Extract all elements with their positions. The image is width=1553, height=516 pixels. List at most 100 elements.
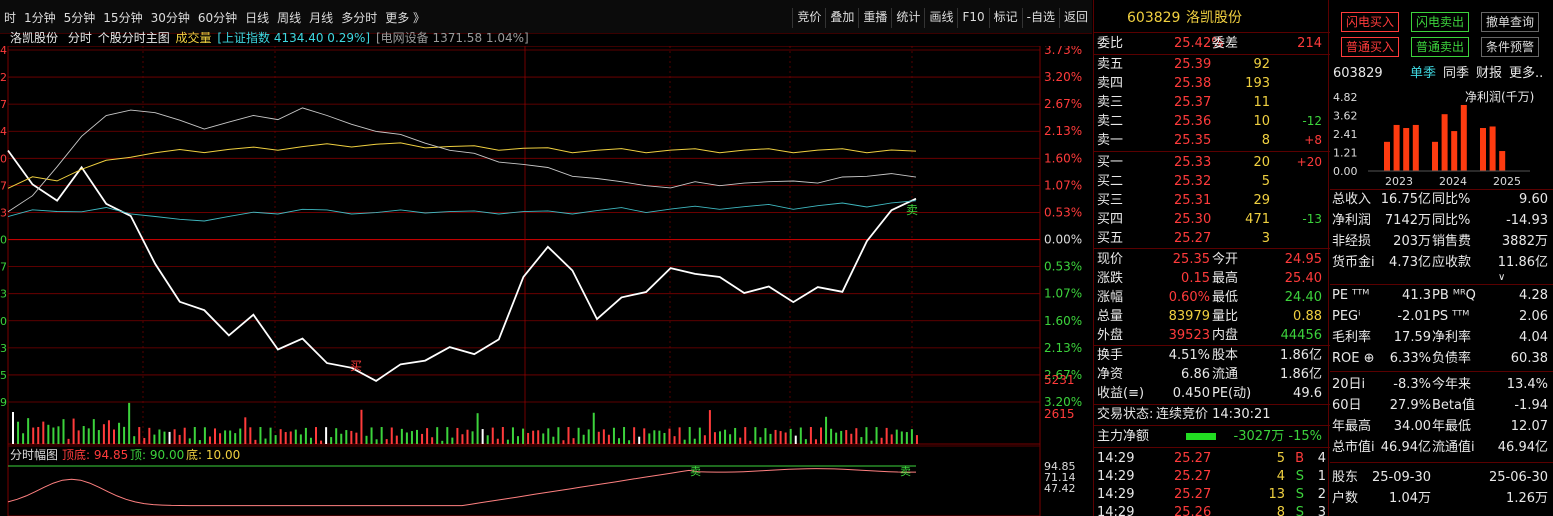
ask-price[interactable]: 25.35 [1174,131,1211,150]
volume-bar [814,439,817,444]
volume-bar [855,428,858,444]
volume-bar [224,430,227,444]
index-info: [上证指数 4134.40 0.29%] [217,31,371,45]
fin-code: 603829 [1333,66,1383,81]
tool-button-3[interactable]: 统计 [891,8,924,28]
series-sector_overlay [7,200,917,222]
period-tab-9[interactable]: 多分时 [337,9,381,27]
trade-button-2[interactable]: 撤单查询 [1481,12,1539,32]
fin-tab-0[interactable]: 单季 [1410,64,1436,84]
trade-button-4[interactable]: 普通卖出 [1411,37,1469,57]
period-tab-3[interactable]: 15分钟 [99,9,146,27]
tool-button-8[interactable]: 返回 [1058,8,1092,28]
period-tab-7[interactable]: 周线 [273,9,305,27]
volume-bar [168,431,171,444]
mode-label[interactable]: 分时 [68,31,92,45]
fin-value: 3882万 [1501,234,1548,249]
tool-button-2[interactable]: 重播 [858,8,891,28]
volume-bar [517,436,519,444]
val-label: 负债率 [1432,351,1472,366]
tool-button-4[interactable]: 画线 [924,8,957,28]
profit-bar [1441,114,1448,171]
ask-price[interactable]: 25.38 [1174,74,1211,93]
trade-button-3[interactable]: 普通买入 [1341,37,1399,57]
volume-bar [572,438,575,444]
fin-label: 非经损 [1332,234,1372,249]
volume-bar [789,428,792,444]
bid-row: 买四 25.30 471 -13 [1094,210,1330,229]
holders-value: 1.04万 [1389,491,1431,506]
bid-price[interactable]: 25.31 [1174,191,1211,210]
volume-bar [410,431,413,444]
bid-row: 买二 25.32 5 [1094,172,1330,191]
divider [1094,151,1330,152]
tool-button-6[interactable]: 标记 [988,8,1022,28]
volume-bar [375,439,378,444]
bid-price[interactable]: 25.32 [1174,172,1211,191]
ask-volume: 10 [1253,114,1270,129]
chevron-down-icon[interactable]: ∨ [1498,272,1505,283]
tool-button-5[interactable]: F10 [957,8,988,28]
tool-button-1[interactable]: 叠加 [825,8,858,28]
tool-button-7[interactable]: -自选 [1021,8,1059,28]
indicator-title: 分时幅图 [10,447,58,462]
period-tab-1[interactable]: 1分钟 [20,9,60,27]
stat-value: 1.86亿 [1280,367,1322,382]
series-index_overlay [7,107,917,213]
stat-value: 0.15 [1181,271,1210,286]
fin-tab-1[interactable]: 同季 [1443,64,1469,84]
trade-button-1[interactable]: 闪电卖出 [1411,12,1469,32]
volume-bar [809,427,812,444]
bid-volume: 20 [1253,155,1270,170]
volume-bar [208,436,211,444]
period-tab-6[interactable]: 日线 [241,9,273,27]
volume-bar [774,429,777,444]
volume-bar [804,439,807,444]
perf-label: 年最低 [1432,419,1472,434]
fin-label: 同比% [1432,192,1471,207]
val-value: -2.01 [1397,309,1431,324]
bid-row: 买一 25.33 20 +20 [1094,153,1330,172]
volume-bar [668,428,671,444]
pct-tick-label: 2.67% [1044,97,1082,111]
pct-tick-label: 0.00% [1044,233,1082,247]
period-tab-4[interactable]: 30分钟 [147,9,194,27]
ask-price[interactable]: 25.36 [1174,112,1211,131]
fin-label: 同比% [1432,213,1471,228]
main-chart-label[interactable]: 个股分时主图 [98,31,170,45]
volume-bar [779,431,782,444]
volume-bar [309,437,312,444]
period-tab-10[interactable]: 更多 》 [381,9,429,27]
perf-label: 20日i [1332,377,1366,392]
bid-price[interactable]: 25.27 [1174,229,1211,248]
ask-price[interactable]: 25.37 [1174,93,1211,112]
volume-bar [602,429,605,444]
period-tab-5[interactable]: 60分钟 [194,9,241,27]
indicator-line [7,468,916,507]
profit-bar [1432,141,1438,171]
stat-label: 涨幅 [1097,290,1124,305]
volume-bar [380,427,383,444]
trade-button-0[interactable]: 闪电买入 [1341,12,1399,32]
volume-bar [491,427,494,444]
period-tab-0[interactable]: 时 [0,9,20,27]
volume-bar [17,421,20,444]
fin-tab-3[interactable]: 更多.. [1509,64,1543,84]
fin-label: 销售费 [1432,234,1472,249]
period-tab-8[interactable]: 月线 [305,9,337,27]
volume-bar [678,427,681,444]
tool-button-0[interactable]: 竞价 [792,8,825,28]
volume-bar [693,438,696,444]
intraday-chart[interactable]: 3.73% 4 3.20% 2 2.67% 7 2.13% 4 1.60% 0 1.07% 7 0.53… [0,46,1092,516]
bid-price[interactable]: 25.30 [1174,210,1211,229]
period-tab-2[interactable]: 5分钟 [60,9,100,27]
trade-button-5[interactable]: 条件预警 [1481,37,1539,57]
volume-bar [481,429,484,444]
volume-bar [597,431,600,444]
ask-price[interactable]: 25.39 [1174,55,1211,74]
main-flow-label[interactable]: 主力净额 [1097,427,1149,446]
fin-tab-2[interactable]: 财报 [1476,64,1502,84]
bid-price[interactable]: 25.33 [1174,153,1211,172]
ask-label: 卖五 [1097,57,1124,72]
tick-price: 25.27 [1174,451,1212,466]
